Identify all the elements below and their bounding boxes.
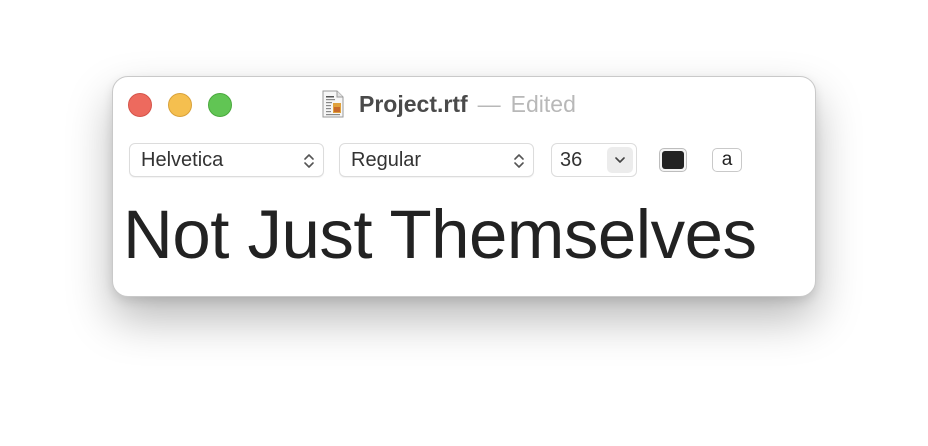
rtf-document-icon[interactable] xyxy=(321,90,345,118)
format-bar: Helvetica Regular 36 a xyxy=(113,143,815,179)
background-color-button[interactable]: a xyxy=(712,148,742,172)
title-bar[interactable]: Project.rtf — Edited xyxy=(113,77,815,133)
font-family-popup[interactable]: Helvetica xyxy=(129,143,324,177)
font-size-value[interactable]: 36 xyxy=(560,149,582,172)
window-title: Project.rtf — Edited xyxy=(321,89,576,119)
minimize-window-button[interactable] xyxy=(168,93,192,117)
window-title-status: Edited xyxy=(510,90,576,117)
window-title-separator: — xyxy=(477,90,501,117)
font-style-value: Regular xyxy=(351,149,422,171)
chevron-down-icon xyxy=(615,157,625,163)
window-title-filename: Project.rtf xyxy=(359,90,468,117)
zoom-window-button[interactable] xyxy=(208,93,232,117)
font-family-value: Helvetica xyxy=(141,149,224,171)
font-size-dropdown-button[interactable] xyxy=(607,147,633,173)
close-window-button[interactable] xyxy=(128,93,152,117)
text-color-swatch xyxy=(662,151,684,169)
updown-chevron-icon xyxy=(304,154,314,168)
font-style-popup[interactable]: Regular xyxy=(339,143,534,177)
textedit-window: Project.rtf — Edited Helvetica Regular 3… xyxy=(112,76,816,297)
text-color-well[interactable] xyxy=(659,148,687,172)
document-body-text[interactable]: Not Just Themselves xyxy=(123,195,813,275)
font-size-combobox[interactable]: 36 xyxy=(551,143,637,177)
updown-chevron-icon xyxy=(514,154,524,168)
